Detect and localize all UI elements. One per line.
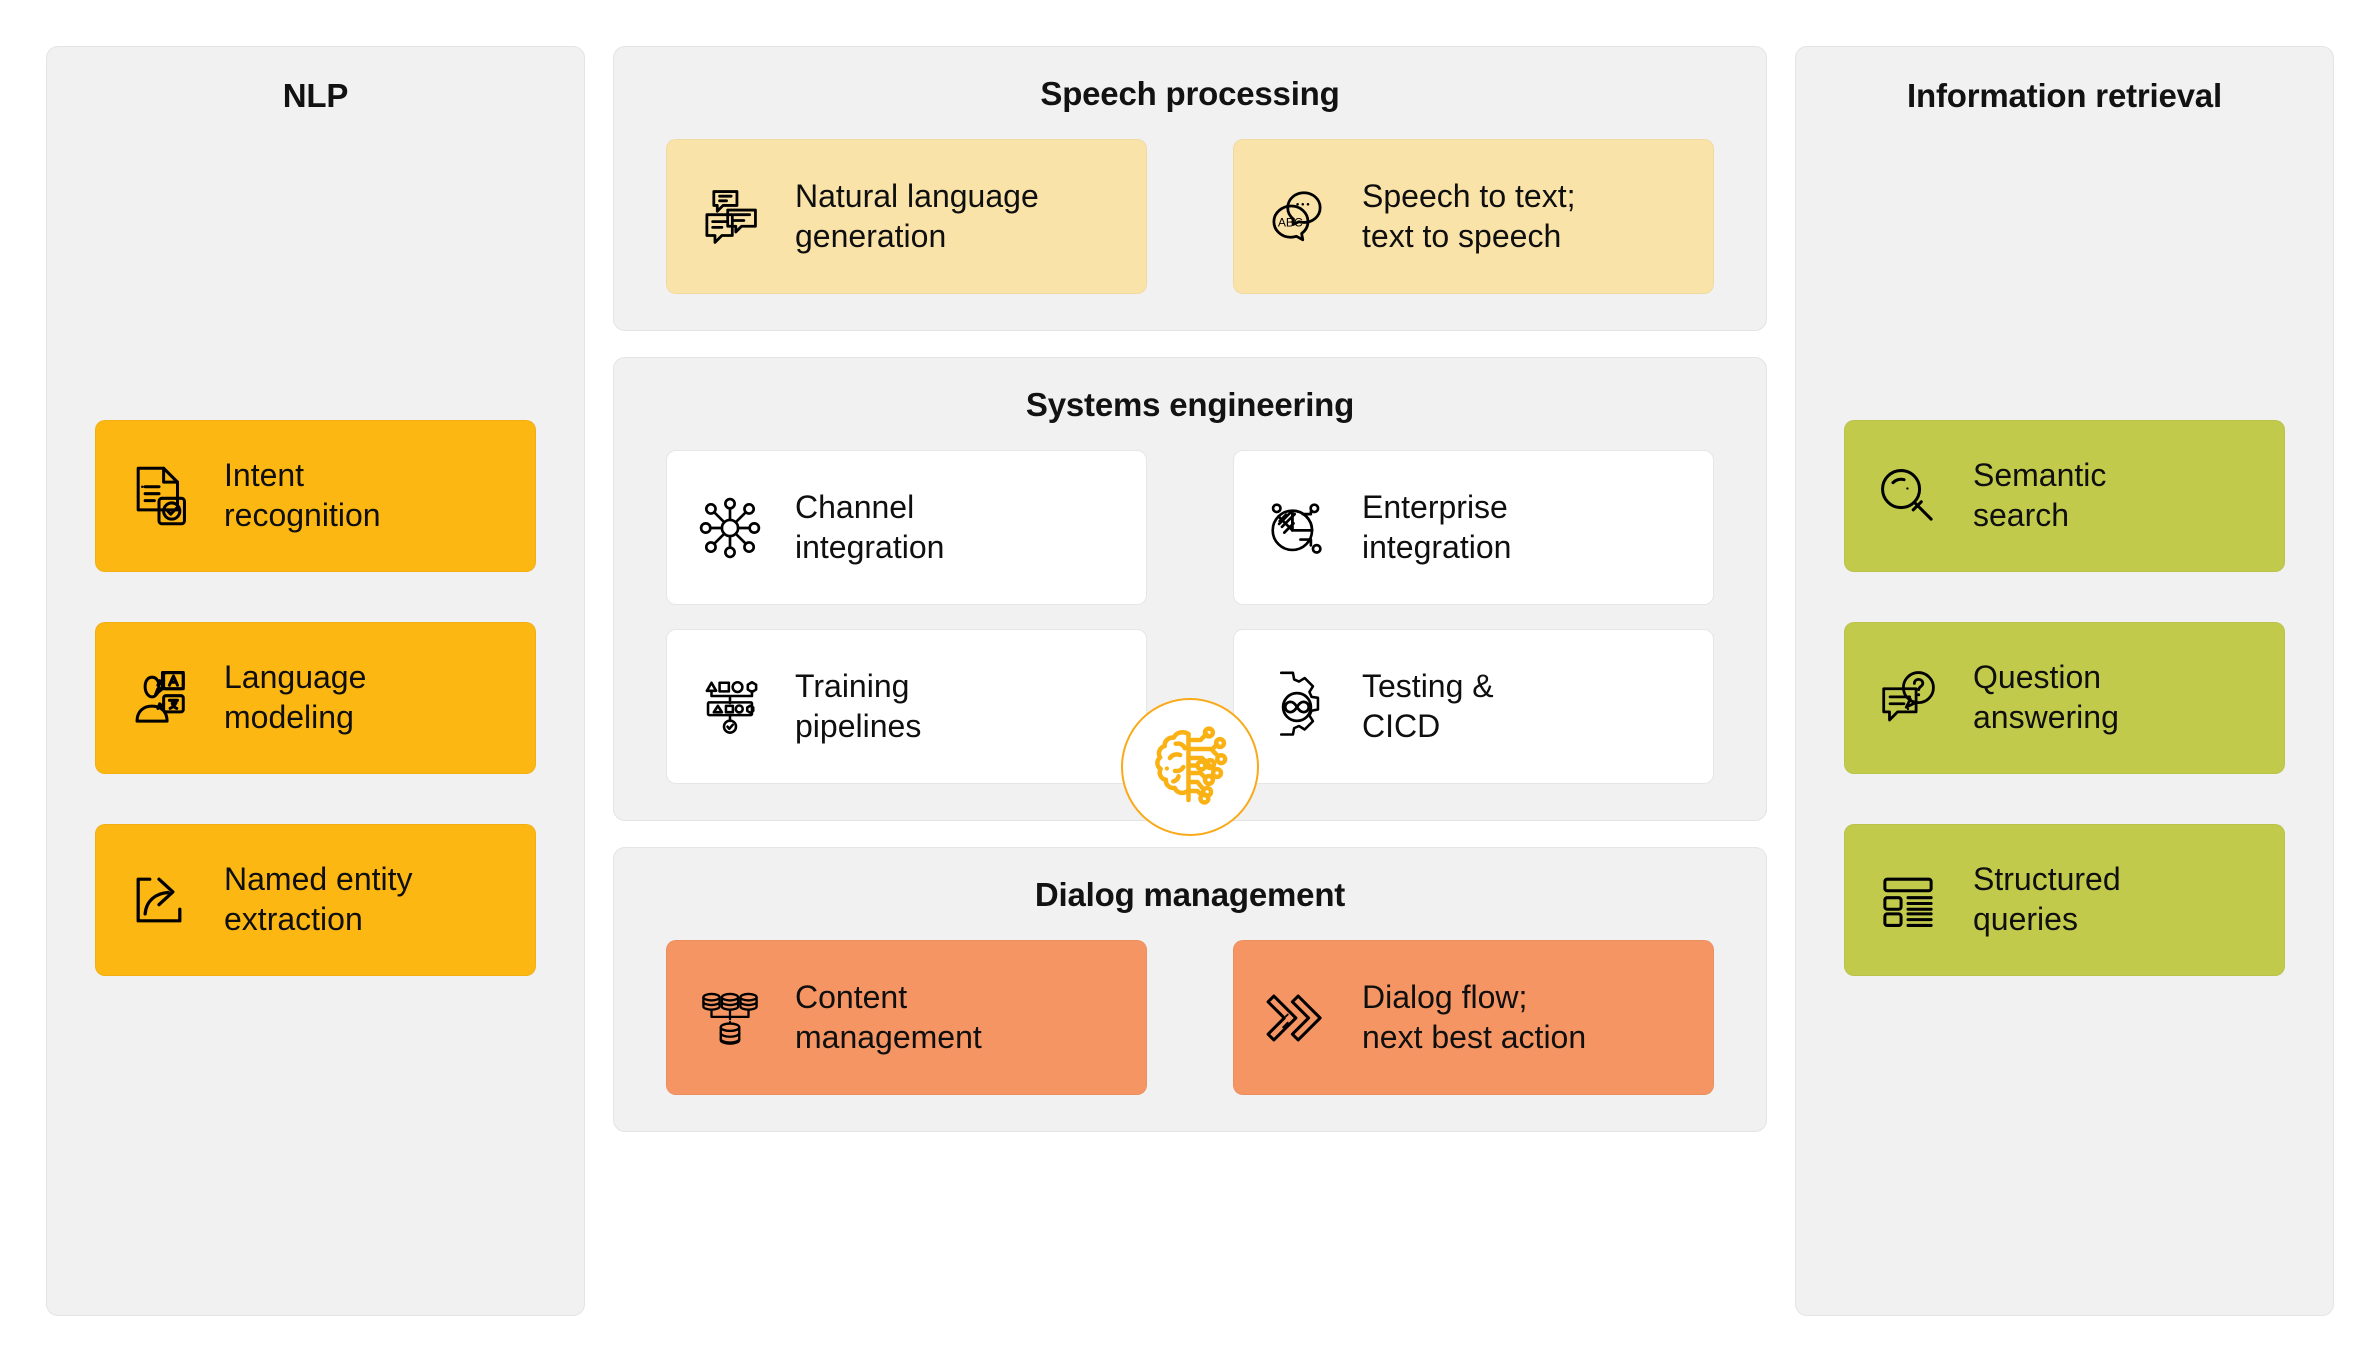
export-arrow-icon <box>122 863 196 937</box>
card-natural-language-generation[interactable]: Natural language generation <box>666 139 1147 294</box>
chat-question-icon <box>1871 661 1945 735</box>
dialog-card-row: Content management Dialog flow; next bes… <box>666 940 1714 1095</box>
ai-brain-circuit-badge <box>1121 698 1259 836</box>
card-label: Dialog flow; next best action <box>1362 978 1587 1055</box>
panel-speech-processing: Speech processing Natural language gener… <box>613 46 1767 331</box>
speech-card-row: Natural language generation ABC Speech t… <box>666 139 1714 294</box>
card-content-management[interactable]: Content management <box>666 940 1147 1095</box>
card-structured-queries[interactable]: Structured queries <box>1844 824 2285 976</box>
card-speech-to-text[interactable]: ABC Speech to text; text to speech <box>1233 139 1714 294</box>
speech-abc-icon: ABC <box>1260 180 1334 254</box>
card-label: Speech to text; text to speech <box>1362 177 1576 254</box>
pie-nodes-icon <box>1260 491 1334 565</box>
double-chevron-icon <box>1260 981 1334 1055</box>
card-dialog-flow[interactable]: Dialog flow; next best action <box>1233 940 1714 1095</box>
database-stack-icon <box>693 981 767 1055</box>
svg-text:ABC: ABC <box>1278 215 1303 229</box>
card-label: Structured queries <box>1973 861 2121 937</box>
document-check-icon <box>122 459 196 533</box>
card-label: Training pipelines <box>795 667 922 744</box>
card-label: Content management <box>795 978 982 1055</box>
panel-dialog-management: Dialog management Content management Dia… <box>613 847 1767 1132</box>
panel-title-systems-engineering: Systems engineering <box>1025 386 1355 423</box>
panel-nlp: NLP Intent recognition Language modeling… <box>46 46 585 1316</box>
card-testing-cicd[interactable]: Testing & CICD <box>1233 629 1714 784</box>
card-intent-recognition[interactable]: Intent recognition <box>95 420 536 572</box>
panel-title-information-retrieval: Information retrieval <box>1907 77 2222 114</box>
card-channel-integration[interactable]: Channel integration <box>666 450 1147 605</box>
card-label: Enterprise integration <box>1362 488 1512 565</box>
card-semantic-search[interactable]: Semantic search <box>1844 420 2285 572</box>
card-label: Named entity extraction <box>224 861 413 937</box>
card-question-answering[interactable]: Question answering <box>1844 622 2285 774</box>
magnifier-icon <box>1871 459 1945 533</box>
panel-information-retrieval: Information retrieval Semantic search Qu… <box>1795 46 2334 1316</box>
card-training-pipelines[interactable]: Training pipelines <box>666 629 1147 784</box>
middle-column: Speech processing Natural language gener… <box>613 46 1767 1316</box>
panel-title-speech-processing: Speech processing <box>1040 75 1340 112</box>
card-label: Channel integration <box>795 488 945 565</box>
nlp-card-stack: Intent recognition Language modeling Nam… <box>95 115 536 1275</box>
card-label: Testing & CICD <box>1362 667 1494 744</box>
systems-card-row-top: Channel integration Enterprise integrati… <box>666 450 1714 605</box>
chat-bubbles-icon <box>693 180 767 254</box>
person-translate-icon <box>122 661 196 735</box>
card-enterprise-integration[interactable]: Enterprise integration <box>1233 450 1714 605</box>
information-retrieval-card-stack: Semantic search Question answering Struc… <box>1844 115 2285 1275</box>
card-language-modeling[interactable]: Language modeling <box>95 622 536 774</box>
shape-pipeline-icon <box>693 670 767 744</box>
panel-title-nlp: NLP <box>282 77 349 114</box>
card-label: Language modeling <box>224 659 367 735</box>
card-label: Natural language generation <box>795 177 1039 254</box>
hub-network-icon <box>693 491 767 565</box>
panel-title-dialog-management: Dialog management <box>1034 876 1346 913</box>
card-label: Intent recognition <box>224 457 381 533</box>
diagram-canvas: NLP Intent recognition Language modeling… <box>0 0 2380 1362</box>
card-label: Semantic search <box>1973 457 2107 533</box>
gear-infinity-icon <box>1260 670 1334 744</box>
table-list-icon <box>1871 863 1945 937</box>
ai-brain-circuit-icon <box>1142 719 1238 815</box>
card-label: Question answering <box>1973 659 2119 735</box>
card-named-entity-extraction[interactable]: Named entity extraction <box>95 824 536 976</box>
